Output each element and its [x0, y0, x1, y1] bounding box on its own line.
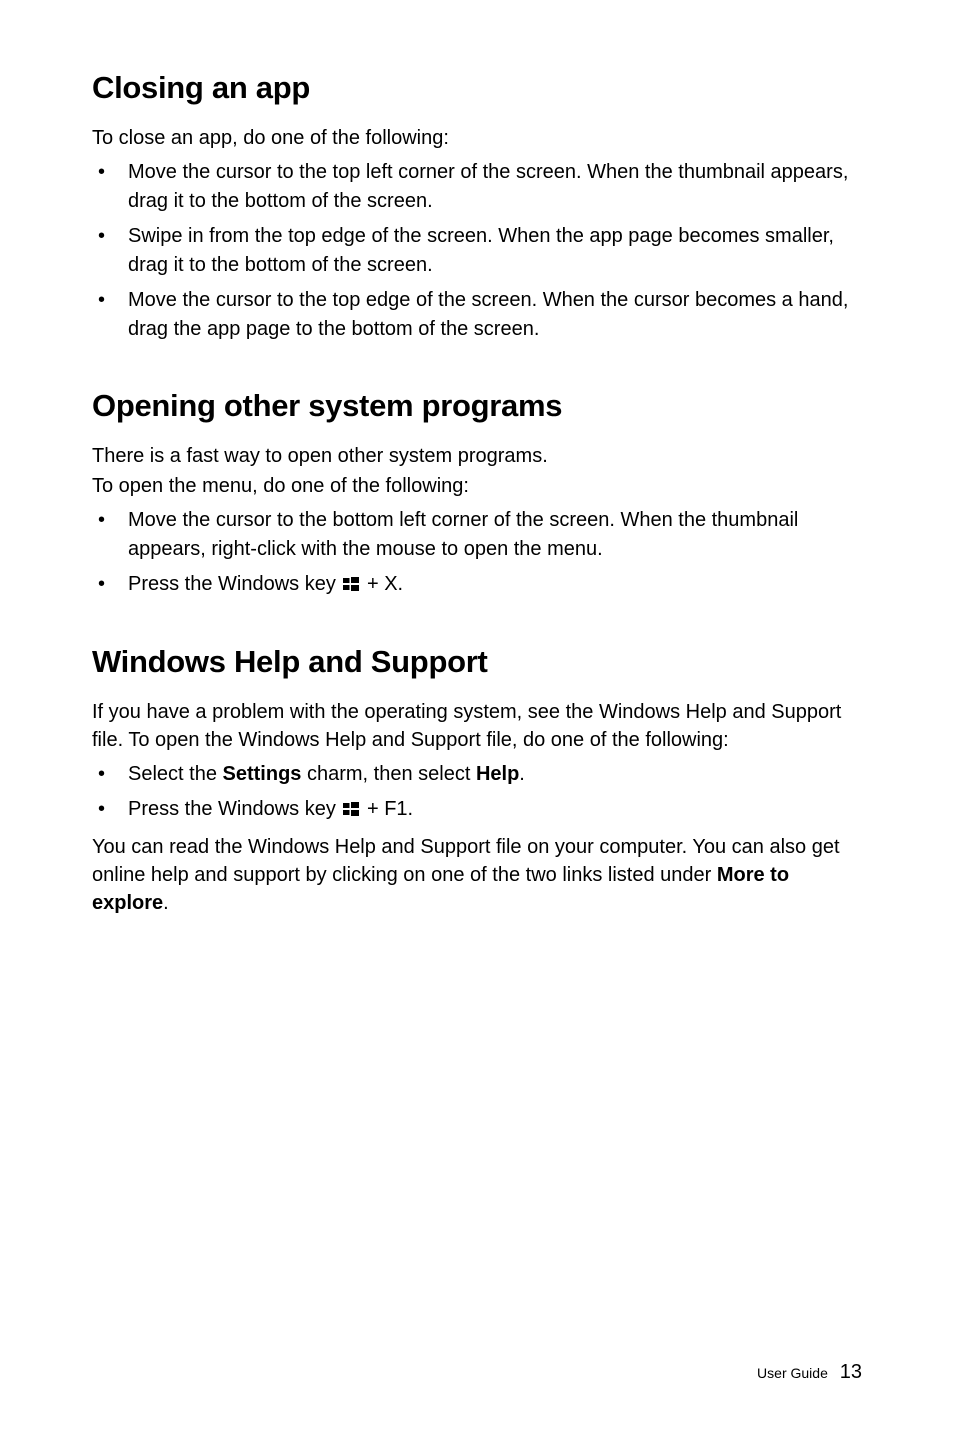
heading-opening-programs: Opening other system programs: [92, 388, 862, 424]
list-opening: Move the cursor to the bottom left corne…: [92, 506, 862, 600]
text-fragment: + F1.: [361, 798, 413, 820]
list-item: Move the cursor to the top left corner o…: [92, 158, 862, 216]
intro-closing: To close an app, do one of the following…: [92, 124, 862, 152]
heading-help-support: Windows Help and Support: [92, 644, 862, 680]
list-closing: Move the cursor to the top left corner o…: [92, 158, 862, 344]
page-footer: User Guide 13: [757, 1361, 862, 1384]
list-item: Move the cursor to the top edge of the s…: [92, 286, 862, 344]
list-item: Press the Windows key + X.: [92, 570, 862, 600]
bold-help: Help: [476, 763, 519, 785]
section-help-support: Windows Help and Support If you have a p…: [92, 644, 862, 917]
section-opening-programs: Opening other system programs There is a…: [92, 388, 862, 600]
intro-help: If you have a problem with the operating…: [92, 698, 862, 754]
bold-settings: Settings: [223, 763, 302, 785]
intro-opening-1: There is a fast way to open other system…: [92, 442, 862, 470]
windows-key-icon: [343, 571, 359, 600]
list-item: Swipe in from the top edge of the screen…: [92, 222, 862, 280]
list-item: Select the Settings charm, then select H…: [92, 760, 862, 789]
text-fragment: charm, then select: [301, 763, 476, 785]
list-item: Press the Windows key + F1.: [92, 795, 862, 825]
text-fragment: + X.: [361, 573, 403, 595]
text-fragment: .: [163, 892, 169, 914]
footer-label: User Guide: [757, 1365, 828, 1381]
page-number: 13: [840, 1361, 862, 1383]
text-fragment: .: [519, 763, 525, 785]
list-help: Select the Settings charm, then select H…: [92, 760, 862, 825]
intro-opening-2: To open the menu, do one of the followin…: [92, 472, 862, 500]
text-fragment: Press the Windows key: [128, 798, 341, 820]
list-item: Move the cursor to the bottom left corne…: [92, 506, 862, 564]
windows-key-icon: [343, 796, 359, 825]
heading-closing-an-app: Closing an app: [92, 70, 862, 106]
text-fragment: Press the Windows key: [128, 573, 341, 595]
paragraph-help-after: You can read the Windows Help and Suppor…: [92, 833, 862, 917]
section-closing-an-app: Closing an app To close an app, do one o…: [92, 70, 862, 344]
text-fragment: Select the: [128, 763, 223, 785]
